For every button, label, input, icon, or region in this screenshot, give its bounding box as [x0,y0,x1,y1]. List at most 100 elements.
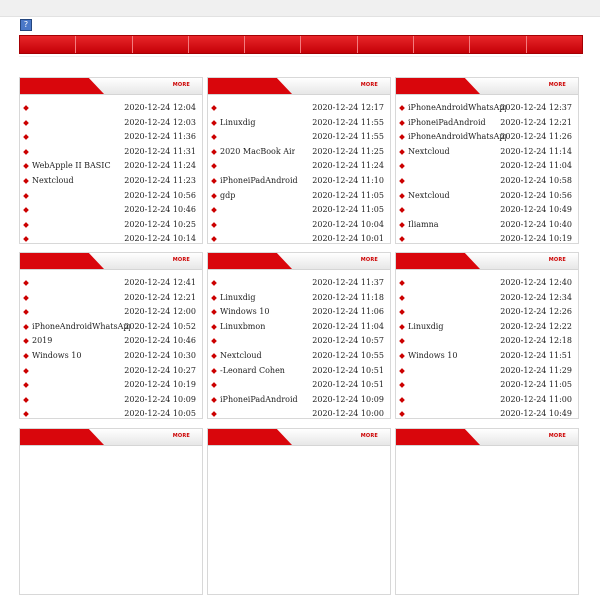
news-item[interactable]: 2020-12-24 10:49 [396,407,578,422]
nav-item[interactable] [527,36,582,53]
news-title-link[interactable]: 2019 [32,334,52,349]
news-item[interactable]: 2020-12-24 10:04 [208,218,390,233]
news-title-link[interactable]: Linuxbmon [220,320,265,335]
news-title-link[interactable]: iPhoneiPadAndroid [220,174,298,189]
news-item[interactable]: WebApple II BASIC 2020-12-24 11:24 [20,159,202,174]
help-icon[interactable]: ? [20,19,32,31]
news-title-link[interactable]: -Leonard Cohen [220,364,285,379]
news-item[interactable]: 2020-12-24 10:27 [20,364,202,379]
news-item[interactable]: iPhoneAndroidWhatsApp 2020-12-24 11:26 [396,130,578,145]
news-title-link[interactable]: 2020 MacBook Air [220,145,295,160]
news-item[interactable]: 2020-12-24 10:19 [20,378,202,393]
news-title-link[interactable]: Windows 10 [408,349,457,364]
nav-item[interactable] [76,36,133,53]
news-item[interactable]: Windows 10 2020-12-24 10:30 [20,349,202,364]
news-title-link[interactable]: iPhoneAndroidWhatsApp [408,101,506,116]
news-title-link[interactable]: Linuxdig [408,320,444,335]
news-item[interactable]: 2020-12-24 12:41 [20,276,202,291]
news-item[interactable]: 2020-12-24 10:25 [20,218,202,233]
news-item[interactable]: Windows 10 2020-12-24 11:06 [208,305,390,320]
news-item[interactable]: 2020-12-24 12:40 [396,276,578,291]
news-item[interactable]: 2020-12-24 11:05 [208,203,390,218]
news-item[interactable]: 2020-12-24 11:55 [208,130,390,145]
news-item[interactable]: Nextcloud 2020-12-24 10:56 [396,189,578,204]
news-item[interactable]: 2020-12-24 10:56 [20,189,202,204]
news-title-link[interactable]: Nextcloud [408,145,450,160]
news-item[interactable]: 2020-12-24 10:19 [396,232,578,247]
more-link[interactable]: MORE [549,82,566,88]
nav-item[interactable] [189,36,246,53]
nav-item[interactable] [414,36,471,53]
news-item[interactable]: Linuxdig 2020-12-24 12:22 [396,320,578,335]
news-item[interactable]: 2020-12-24 10:09 [20,393,202,408]
news-item[interactable]: 2020-12-24 12:21 [20,291,202,306]
news-item[interactable]: Nextcloud 2020-12-24 11:23 [20,174,202,189]
more-link[interactable]: MORE [173,82,190,88]
more-link[interactable]: MORE [549,257,566,263]
nav-item[interactable] [470,36,527,53]
news-item[interactable]: iPhoneiPadAndroid 2020-12-24 11:10 [208,174,390,189]
news-item[interactable]: 2020-12-24 10:46 [20,203,202,218]
news-title-link[interactable]: iPhoneiPadAndroid [220,393,298,408]
news-title-link[interactable]: Nextcloud [32,174,74,189]
news-item[interactable]: Iliamna 2020-12-24 10:40 [396,218,578,233]
news-item[interactable]: Nextcloud 2020-12-24 10:55 [208,349,390,364]
news-title-link[interactable]: iPhoneAndroidWhatsApp [408,130,506,145]
more-link[interactable]: MORE [361,257,378,263]
news-item[interactable]: Linuxdig 2020-12-24 11:18 [208,291,390,306]
more-link[interactable]: MORE [361,433,378,439]
news-item[interactable]: 2020-12-24 12:04 [20,101,202,116]
news-item[interactable]: 2020-12-24 12:03 [20,116,202,131]
news-title-link[interactable]: gdp [220,189,235,204]
news-item[interactable]: gdp 2020-12-24 11:05 [208,189,390,204]
news-item[interactable]: 2020-12-24 10:51 [208,378,390,393]
news-item[interactable]: 2020 MacBook Air 2020-12-24 11:25 [208,145,390,160]
news-item[interactable]: iPhoneAndroidWhatsApp 2020-12-24 10:52 [20,320,202,335]
news-item[interactable]: 2020-12-24 10:57 [208,334,390,349]
news-item[interactable]: 2020-12-24 10:01 [208,232,390,247]
news-item[interactable]: 2020-12-24 11:00 [396,393,578,408]
news-item[interactable]: 2020-12-24 12:17 [208,101,390,116]
news-item[interactable]: Windows 10 2020-12-24 11:51 [396,349,578,364]
nav-item[interactable] [358,36,415,53]
news-title-link[interactable]: Linuxdig [220,291,256,306]
news-title-link[interactable]: Windows 10 [32,349,81,364]
news-item[interactable]: 2020-12-24 10:14 [20,232,202,247]
news-title-link[interactable]: Nextcloud [220,349,262,364]
more-link[interactable]: MORE [173,433,190,439]
news-item[interactable]: iPhoneiPadAndroid 2020-12-24 12:21 [396,116,578,131]
news-title-link[interactable]: Windows 10 [220,305,269,320]
news-item[interactable]: 2020-12-24 10:49 [396,203,578,218]
news-item[interactable]: Linuxdig 2020-12-24 11:55 [208,116,390,131]
news-title-link[interactable]: iPhoneiPadAndroid [408,116,486,131]
news-item[interactable]: 2020-12-24 11:37 [208,276,390,291]
news-item[interactable]: Nextcloud 2020-12-24 11:14 [396,145,578,160]
news-item[interactable]: 2020-12-24 11:24 [208,159,390,174]
more-link[interactable]: MORE [549,433,566,439]
news-item[interactable]: 2020-12-24 12:18 [396,334,578,349]
nav-item[interactable] [20,36,77,53]
nav-item[interactable] [133,36,189,53]
news-item[interactable]: 2020-12-24 12:26 [396,305,578,320]
news-title-link[interactable]: Linuxdig [220,116,256,131]
news-item[interactable]: 2020-12-24 10:58 [396,174,578,189]
news-title-link[interactable]: Nextcloud [408,189,450,204]
news-item[interactable]: 2020-12-24 12:00 [20,305,202,320]
news-title-link[interactable]: WebApple II BASIC [32,159,111,174]
nav-item[interactable] [245,36,302,53]
news-item[interactable]: Linuxbmon 2020-12-24 11:04 [208,320,390,335]
news-title-link[interactable]: iPhoneAndroidWhatsApp [32,320,130,335]
news-item[interactable]: iPhoneiPadAndroid 2020-12-24 10:09 [208,393,390,408]
news-item[interactable]: 2020-12-24 11:31 [20,145,202,160]
news-item[interactable]: 2020-12-24 11:36 [20,130,202,145]
news-item[interactable]: -Leonard Cohen 2020-12-24 10:51 [208,364,390,379]
news-item[interactable]: 2020-12-24 11:04 [396,159,578,174]
news-item[interactable]: 2020-12-24 11:29 [396,364,578,379]
nav-item[interactable] [301,36,358,53]
more-link[interactable]: MORE [361,82,378,88]
news-item[interactable]: 2020-12-24 11:05 [396,378,578,393]
news-item[interactable]: iPhoneAndroidWhatsApp 2020-12-24 12:37 [396,101,578,116]
news-item[interactable]: 2020-12-24 10:00 [208,407,390,422]
news-item[interactable]: 2020-12-24 12:34 [396,291,578,306]
more-link[interactable]: MORE [173,257,190,263]
